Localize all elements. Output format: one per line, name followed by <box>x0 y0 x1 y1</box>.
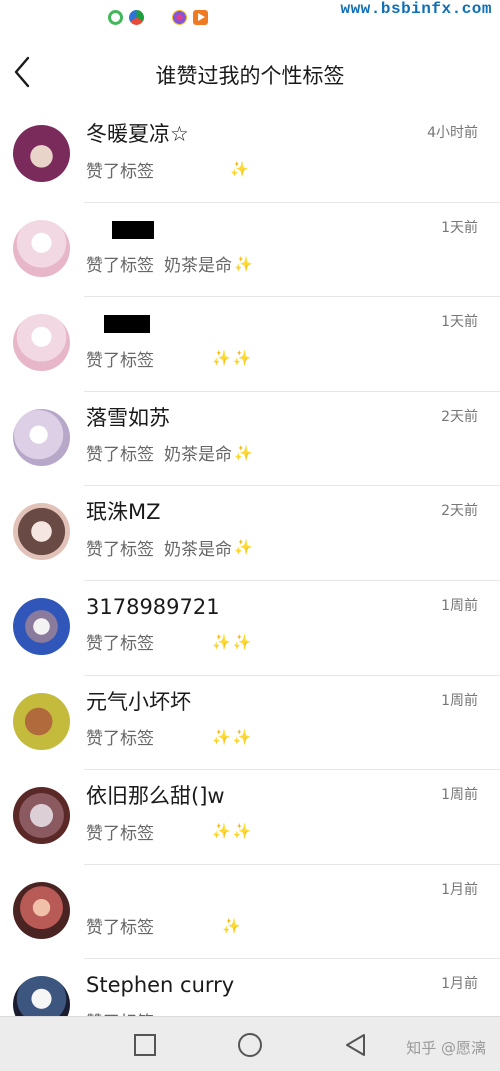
user-name <box>86 309 150 337</box>
like-subtitle: 赞了标签 ✨ <box>86 158 249 182</box>
notification-app-icon <box>108 10 123 25</box>
user-name: 依旧那么甜(]w <box>86 784 225 809</box>
sparkle-icon: ✨ <box>212 727 231 746</box>
user-name <box>86 215 154 243</box>
list-item[interactable]: 落雪如苏 2天前 赞了标签 奶茶是命 ✨ <box>0 392 500 487</box>
like-prefix: 赞了标签 <box>86 256 154 277</box>
tag-name: 奶茶是命 <box>164 256 232 277</box>
redaction-block <box>104 315 150 334</box>
like-prefix: 赞了标签 <box>86 918 154 939</box>
like-list: 冬暖夏凉☆ 4小时前 赞了标签 ✨ 1天前 赞了标签 奶茶是命 ✨ 1天前 赞了… <box>0 108 500 1016</box>
avatar[interactable] <box>13 881 70 939</box>
sparkle-icon: ✨ <box>222 916 241 935</box>
like-subtitle: 赞了标签 <box>86 1009 164 1016</box>
like-prefix: 赞了标签 <box>86 445 154 466</box>
triangle-back-icon <box>346 1034 365 1056</box>
list-item[interactable]: 依旧那么甜(]w 1周前 赞了标签 ✨ ✨ <box>0 770 500 865</box>
like-prefix: 赞了标签 <box>86 539 154 560</box>
user-name: 元气小坏坏 <box>86 689 191 714</box>
list-item[interactable]: 元气小坏坏 1周前 赞了标签 ✨ ✨ <box>0 676 500 771</box>
redaction-block <box>112 220 154 239</box>
like-prefix: 赞了标签 <box>86 729 154 750</box>
list-item[interactable]: 1天前 赞了标签 奶茶是命 ✨ <box>0 203 500 298</box>
like-prefix: 赞了标签 <box>86 634 154 655</box>
timestamp: 4小时前 <box>427 125 478 141</box>
like-subtitle: 赞了标签 ✨ ✨ <box>86 726 252 750</box>
timestamp: 1天前 <box>441 219 478 236</box>
avatar[interactable] <box>13 125 70 182</box>
avatar[interactable] <box>13 408 70 466</box>
recents-button[interactable] <box>132 1032 158 1058</box>
home-button[interactable] <box>237 1032 263 1058</box>
timestamp: 1周前 <box>441 787 478 804</box>
list-item[interactable]: 3178989721 1周前 赞了标签 ✨ ✨ <box>0 581 500 676</box>
video-player-icon <box>193 10 208 25</box>
tag-name: 奶茶是命 <box>164 445 232 466</box>
system-navigation-bar: 知乎 @愿漓 <box>0 1016 500 1071</box>
user-name: Stephen curry <box>86 973 235 998</box>
like-subtitle: 赞了标签 奶茶是命 ✨ <box>86 442 253 466</box>
timestamp: 2天前 <box>441 408 478 425</box>
like-prefix: 赞了标签 <box>86 823 154 844</box>
timestamp: 1月前 <box>441 976 478 993</box>
sparkle-icon: ✨ <box>232 727 252 746</box>
like-subtitle: 赞了标签 奶茶是命 ✨ <box>86 536 253 560</box>
user-name: 落雪如苏 <box>86 405 170 430</box>
avatar[interactable] <box>13 787 70 845</box>
sparkle-icon: ✨ <box>212 822 231 841</box>
like-prefix: 赞了标签 <box>86 161 154 182</box>
like-subtitle: 赞了标签 ✨ ✨ <box>86 820 252 844</box>
sparkle-icon: ✨ <box>230 160 249 178</box>
list-item[interactable]: 珉洙MZ 2天前 赞了标签 奶茶是命 ✨ <box>0 486 500 581</box>
timestamp: 2天前 <box>441 503 478 520</box>
like-subtitle: 赞了标签 ✨ ✨ <box>86 631 252 655</box>
list-item[interactable]: 1天前 赞了标签 ✨ ✨ <box>0 297 500 392</box>
sparkle-icon: ✨ <box>232 349 252 368</box>
user-name: 3178989721 <box>86 594 220 619</box>
nav-back-button[interactable] <box>343 1032 369 1058</box>
watermark-top: www.bsbinfx.com <box>340 0 492 18</box>
user-name: 冬暖夏凉☆ <box>86 122 189 146</box>
list-item[interactable]: Stephen curry 1月前 赞了标签 <box>0 959 500 1016</box>
user-name: 珉洙MZ <box>86 500 161 525</box>
sparkle-icon: ✨ <box>212 349 231 368</box>
avatar[interactable] <box>13 314 70 372</box>
browser-icon <box>129 10 144 25</box>
avatar[interactable] <box>13 219 70 277</box>
tag-name: 奶茶是命 <box>164 539 232 560</box>
sparkle-icon: ✨ <box>212 632 231 651</box>
like-subtitle: 赞了标签 ✨ <box>86 915 241 939</box>
avatar[interactable] <box>13 976 70 1016</box>
sparkle-icon: ✨ <box>234 254 253 273</box>
avatar[interactable] <box>13 503 70 561</box>
sparkle-icon: ✨ <box>234 443 253 462</box>
avatar[interactable] <box>13 597 70 655</box>
like-prefix: 赞了标签 <box>86 350 154 371</box>
gallery-icon <box>172 10 187 25</box>
timestamp: 1周前 <box>441 597 478 614</box>
status-icons <box>108 10 208 25</box>
timestamp: 1周前 <box>441 692 478 709</box>
like-subtitle: 赞了标签 奶茶是命 ✨ <box>86 253 253 277</box>
list-item[interactable]: 冬暖夏凉☆ 4小时前 赞了标签 ✨ <box>0 108 500 203</box>
status-bar: www.bsbinfx.com <box>0 0 500 40</box>
sparkle-icon: ✨ <box>234 538 253 557</box>
circle-home-icon <box>238 1033 262 1057</box>
header: 谁赞过我的个性标签 <box>0 40 500 108</box>
watermark-bottom: 知乎 @愿漓 <box>406 1039 486 1057</box>
list-item[interactable]: 1月前 赞了标签 ✨ <box>0 865 500 960</box>
square-recents-icon <box>134 1034 156 1056</box>
avatar[interactable] <box>13 692 70 750</box>
page-title: 谁赞过我的个性标签 <box>155 64 345 88</box>
like-prefix: 赞了标签 <box>86 1008 154 1016</box>
sparkle-icon: ✨ <box>232 822 252 841</box>
timestamp: 1天前 <box>441 314 478 331</box>
like-subtitle: 赞了标签 ✨ ✨ <box>86 347 252 371</box>
timestamp: 1月前 <box>441 881 478 898</box>
sparkle-icon: ✨ <box>232 632 252 651</box>
